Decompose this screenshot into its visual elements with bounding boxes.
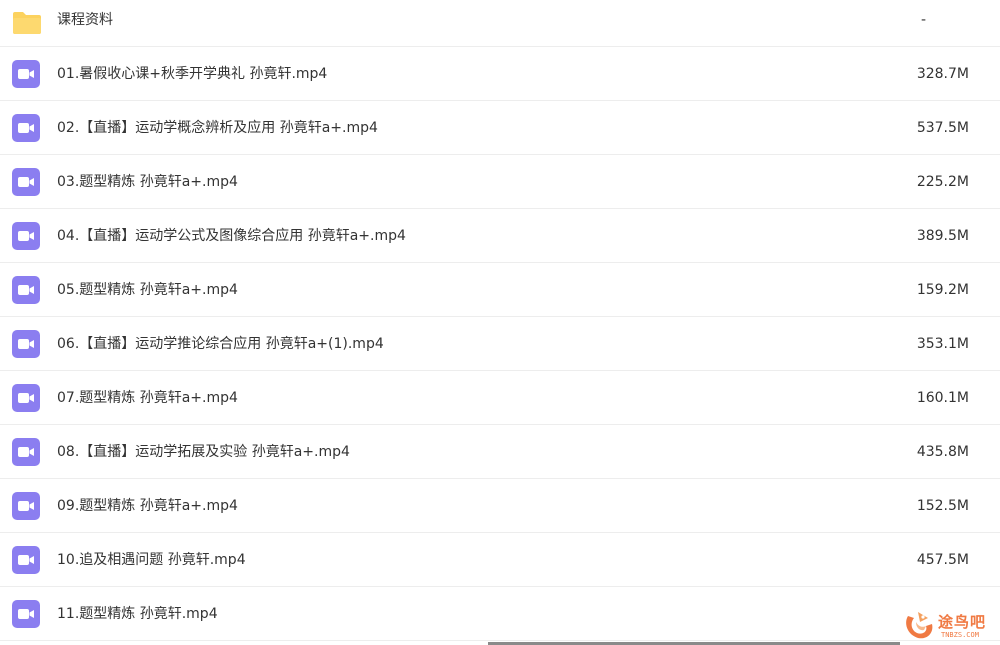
file-name[interactable]: 06.【直播】运动学推论综合应用 孙竟轩a+(1).mp4 <box>57 317 384 371</box>
video-file-icon <box>12 168 40 196</box>
file-name[interactable]: 课程资料 <box>57 0 113 47</box>
file-size: 537.5M <box>916 120 969 136</box>
file-name[interactable]: 01.暑假收心课+秋季开学典礼 孙竟轩.mp4 <box>57 47 327 101</box>
file-size: 159.2M <box>916 282 969 298</box>
video-file-icon <box>12 330 40 358</box>
file-name[interactable]: 08.【直播】运动学拓展及实验 孙竟轩a+.mp4 <box>57 425 350 479</box>
bird-logo-icon <box>906 612 933 639</box>
video-file-icon <box>12 60 40 88</box>
file-list: 课程资料 - 01.暑假收心课+秋季开学典礼 孙竟轩.mp4 328.7M 02.【直播… <box>0 0 1000 645</box>
file-name[interactable]: 05.题型精炼 孙竟轩a+.mp4 <box>57 263 238 317</box>
file-size: 225.2M <box>916 174 969 190</box>
video-file-icon <box>12 222 40 250</box>
folder-icon <box>13 12 41 34</box>
file-size: 435.8M <box>916 444 969 460</box>
file-row[interactable]: 09.题型精炼 孙竟轩a+.mp4 152.5M <box>0 479 1000 533</box>
file-name[interactable]: 03.题型精炼 孙竟轩a+.mp4 <box>57 155 238 209</box>
file-row[interactable]: 07.题型精炼 孙竟轩a+.mp4 160.1M <box>0 371 1000 425</box>
file-row[interactable]: 11.题型精炼 孙竟轩.mp4 <box>0 587 1000 641</box>
file-row[interactable]: 06.【直播】运动学推论综合应用 孙竟轩a+(1).mp4 353.1M <box>0 317 1000 371</box>
file-size: 160.1M <box>916 390 969 406</box>
file-size: 328.7M <box>916 66 969 82</box>
file-row[interactable]: 05.题型精炼 孙竟轩a+.mp4 159.2M <box>0 263 1000 317</box>
video-file-icon <box>12 276 40 304</box>
file-size: 353.1M <box>916 336 969 352</box>
file-name[interactable]: 10.追及相遇问题 孙竟轩.mp4 <box>57 533 246 587</box>
file-row[interactable]: 02.【直播】运动学概念辨析及应用 孙竟轩a+.mp4 537.5M <box>0 101 1000 155</box>
file-name[interactable]: 07.题型精炼 孙竟轩a+.mp4 <box>57 371 238 425</box>
watermark-subtext: TNBZS.COM <box>941 631 979 639</box>
video-file-icon <box>12 114 40 142</box>
video-file-icon <box>12 438 40 466</box>
watermark-logo: 途鸟吧 TNBZS.COM <box>902 608 996 642</box>
file-name[interactable]: 04.【直播】运动学公式及图像综合应用 孙竟轩a+.mp4 <box>57 209 406 263</box>
file-row[interactable]: 08.【直播】运动学拓展及实验 孙竟轩a+.mp4 435.8M <box>0 425 1000 479</box>
file-size: 389.5M <box>916 228 969 244</box>
file-name[interactable]: 09.题型精炼 孙竟轩a+.mp4 <box>57 479 238 533</box>
file-name[interactable]: 02.【直播】运动学概念辨析及应用 孙竟轩a+.mp4 <box>57 101 378 155</box>
video-file-icon <box>12 492 40 520</box>
file-row[interactable]: 课程资料 - <box>0 0 1000 47</box>
file-size: - <box>921 12 927 28</box>
file-size: 152.5M <box>916 498 969 514</box>
file-row[interactable]: 01.暑假收心课+秋季开学典礼 孙竟轩.mp4 328.7M <box>0 47 1000 101</box>
video-file-icon <box>12 600 40 628</box>
watermark-text: 途鸟吧 <box>938 613 987 631</box>
file-size: 457.5M <box>916 552 969 568</box>
video-file-icon <box>12 546 40 574</box>
file-row[interactable]: 04.【直播】运动学公式及图像综合应用 孙竟轩a+.mp4 389.5M <box>0 209 1000 263</box>
file-name[interactable]: 11.题型精炼 孙竟轩.mp4 <box>57 587 218 641</box>
video-file-icon <box>12 384 40 412</box>
file-row[interactable]: 10.追及相遇问题 孙竟轩.mp4 457.5M <box>0 533 1000 587</box>
file-row[interactable]: 03.题型精炼 孙竟轩a+.mp4 225.2M <box>0 155 1000 209</box>
